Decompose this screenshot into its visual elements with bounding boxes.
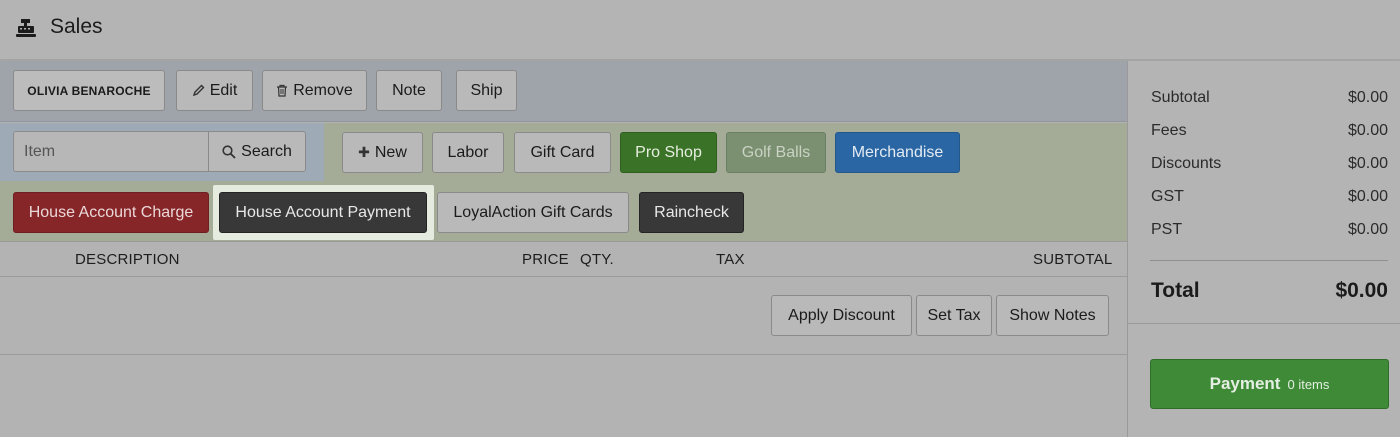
discounts-label: Discounts bbox=[1151, 155, 1222, 172]
discounts-row: Discounts $0.00 bbox=[1151, 155, 1388, 173]
payment-button[interactable]: Payment 0 items bbox=[1150, 359, 1389, 409]
golf-balls-button[interactable]: Golf Balls bbox=[726, 132, 826, 173]
gst-row: GST $0.00 bbox=[1151, 188, 1388, 206]
set-tax-button[interactable]: Set Tax bbox=[916, 295, 992, 336]
pst-value: $0.00 bbox=[1347, 221, 1388, 238]
search-button-label: Search bbox=[241, 142, 292, 160]
order-summary-panel: Subtotal $0.00 Fees $0.00 Discounts $0.0… bbox=[1127, 61, 1400, 437]
apply-discount-button[interactable]: Apply Discount bbox=[771, 295, 912, 336]
house-account-payment-button[interactable]: House Account Payment bbox=[219, 192, 427, 233]
gst-label: GST bbox=[1151, 188, 1184, 205]
edit-label: Edit bbox=[209, 81, 238, 99]
gift-card-label: Gift Card bbox=[530, 143, 595, 161]
col-price: PRICE bbox=[522, 251, 569, 268]
page-title: Sales bbox=[50, 15, 103, 38]
cart-actions-row: Apply Discount Set Tax Show Notes bbox=[0, 277, 1127, 355]
top-bar: Sales bbox=[0, 0, 1400, 60]
search-icon bbox=[222, 144, 236, 159]
total-value: $0.00 bbox=[1335, 279, 1388, 302]
pst-label: PST bbox=[1151, 221, 1183, 238]
payment-item-count: 0 items bbox=[1287, 376, 1330, 392]
house-charge-label: House Account Charge bbox=[28, 203, 194, 221]
subtotal-row: Subtotal $0.00 bbox=[1151, 89, 1388, 107]
labor-button[interactable]: Labor bbox=[432, 132, 504, 173]
payment-label: Payment bbox=[1209, 374, 1281, 393]
labor-label: Labor bbox=[447, 143, 489, 161]
set-tax-label: Set Tax bbox=[927, 306, 981, 324]
fees-label: Fees bbox=[1151, 122, 1187, 139]
fees-value: $0.00 bbox=[1347, 122, 1388, 139]
pencil-icon bbox=[192, 84, 205, 97]
new-label: New bbox=[374, 143, 407, 161]
subtotal-label: Subtotal bbox=[1151, 89, 1210, 106]
discounts-value: $0.00 bbox=[1347, 155, 1388, 172]
raincheck-label: Raincheck bbox=[654, 203, 729, 221]
search-button[interactable]: Search bbox=[208, 131, 306, 172]
customer-name: OLIVIA BENAROCHE bbox=[27, 83, 151, 98]
item-search-placeholder: Item bbox=[24, 142, 56, 160]
trash-icon bbox=[277, 84, 288, 97]
merchandise-button[interactable]: Merchandise bbox=[835, 132, 960, 173]
ship-label: Ship bbox=[470, 81, 503, 99]
cash-register-icon bbox=[16, 19, 36, 37]
plus-icon: ✚ bbox=[358, 144, 370, 160]
merchandise-label: Merchandise bbox=[851, 143, 944, 161]
fees-row: Fees $0.00 bbox=[1151, 122, 1388, 140]
golf-balls-label: Golf Balls bbox=[741, 143, 811, 161]
show-notes-label: Show Notes bbox=[1009, 306, 1096, 324]
note-button[interactable]: Note bbox=[376, 70, 442, 111]
gift-card-button[interactable]: Gift Card bbox=[514, 132, 611, 173]
house-payment-label: House Account Payment bbox=[235, 203, 411, 221]
apply-discount-label: Apply Discount bbox=[788, 306, 895, 324]
ship-button[interactable]: Ship bbox=[456, 70, 517, 111]
customer-toolbar: OLIVIA BENAROCHE Edit Remove Note Ship bbox=[0, 61, 1127, 122]
raincheck-button[interactable]: Raincheck bbox=[639, 192, 744, 233]
remove-label: Remove bbox=[293, 81, 353, 99]
summary-divider bbox=[1150, 260, 1388, 261]
customer-button[interactable]: OLIVIA BENAROCHE bbox=[13, 70, 165, 111]
show-notes-button[interactable]: Show Notes bbox=[996, 295, 1109, 336]
new-item-button[interactable]: ✚ New bbox=[342, 132, 423, 173]
sales-main-panel: OLIVIA BENAROCHE Edit Remove Note Ship I… bbox=[0, 61, 1127, 437]
pro-shop-label: Pro Shop bbox=[635, 143, 702, 161]
loyalaction-label: LoyalAction Gift Cards bbox=[453, 203, 613, 221]
col-tax: TAX bbox=[716, 251, 745, 268]
house-account-charge-button[interactable]: House Account Charge bbox=[13, 192, 209, 233]
edit-button[interactable]: Edit bbox=[176, 70, 253, 111]
col-subtotal: SUBTOTAL bbox=[1033, 251, 1113, 268]
total-divider bbox=[1128, 323, 1400, 324]
pst-row: PST $0.00 bbox=[1151, 221, 1388, 239]
note-label: Note bbox=[392, 81, 426, 99]
item-search-input[interactable]: Item bbox=[13, 131, 209, 172]
gst-value: $0.00 bbox=[1347, 188, 1388, 205]
subtotal-value: $0.00 bbox=[1347, 89, 1388, 106]
col-description: DESCRIPTION bbox=[75, 251, 180, 268]
table-header: DESCRIPTION PRICE QTY. TAX SUBTOTAL bbox=[0, 243, 1127, 277]
pro-shop-button[interactable]: Pro Shop bbox=[620, 132, 717, 173]
loyalaction-gift-cards-button[interactable]: LoyalAction Gift Cards bbox=[437, 192, 629, 233]
col-qty: QTY. bbox=[580, 251, 614, 268]
remove-button[interactable]: Remove bbox=[262, 70, 367, 111]
total-label: Total bbox=[1151, 279, 1200, 302]
total-row: Total $0.00 bbox=[1151, 279, 1388, 303]
